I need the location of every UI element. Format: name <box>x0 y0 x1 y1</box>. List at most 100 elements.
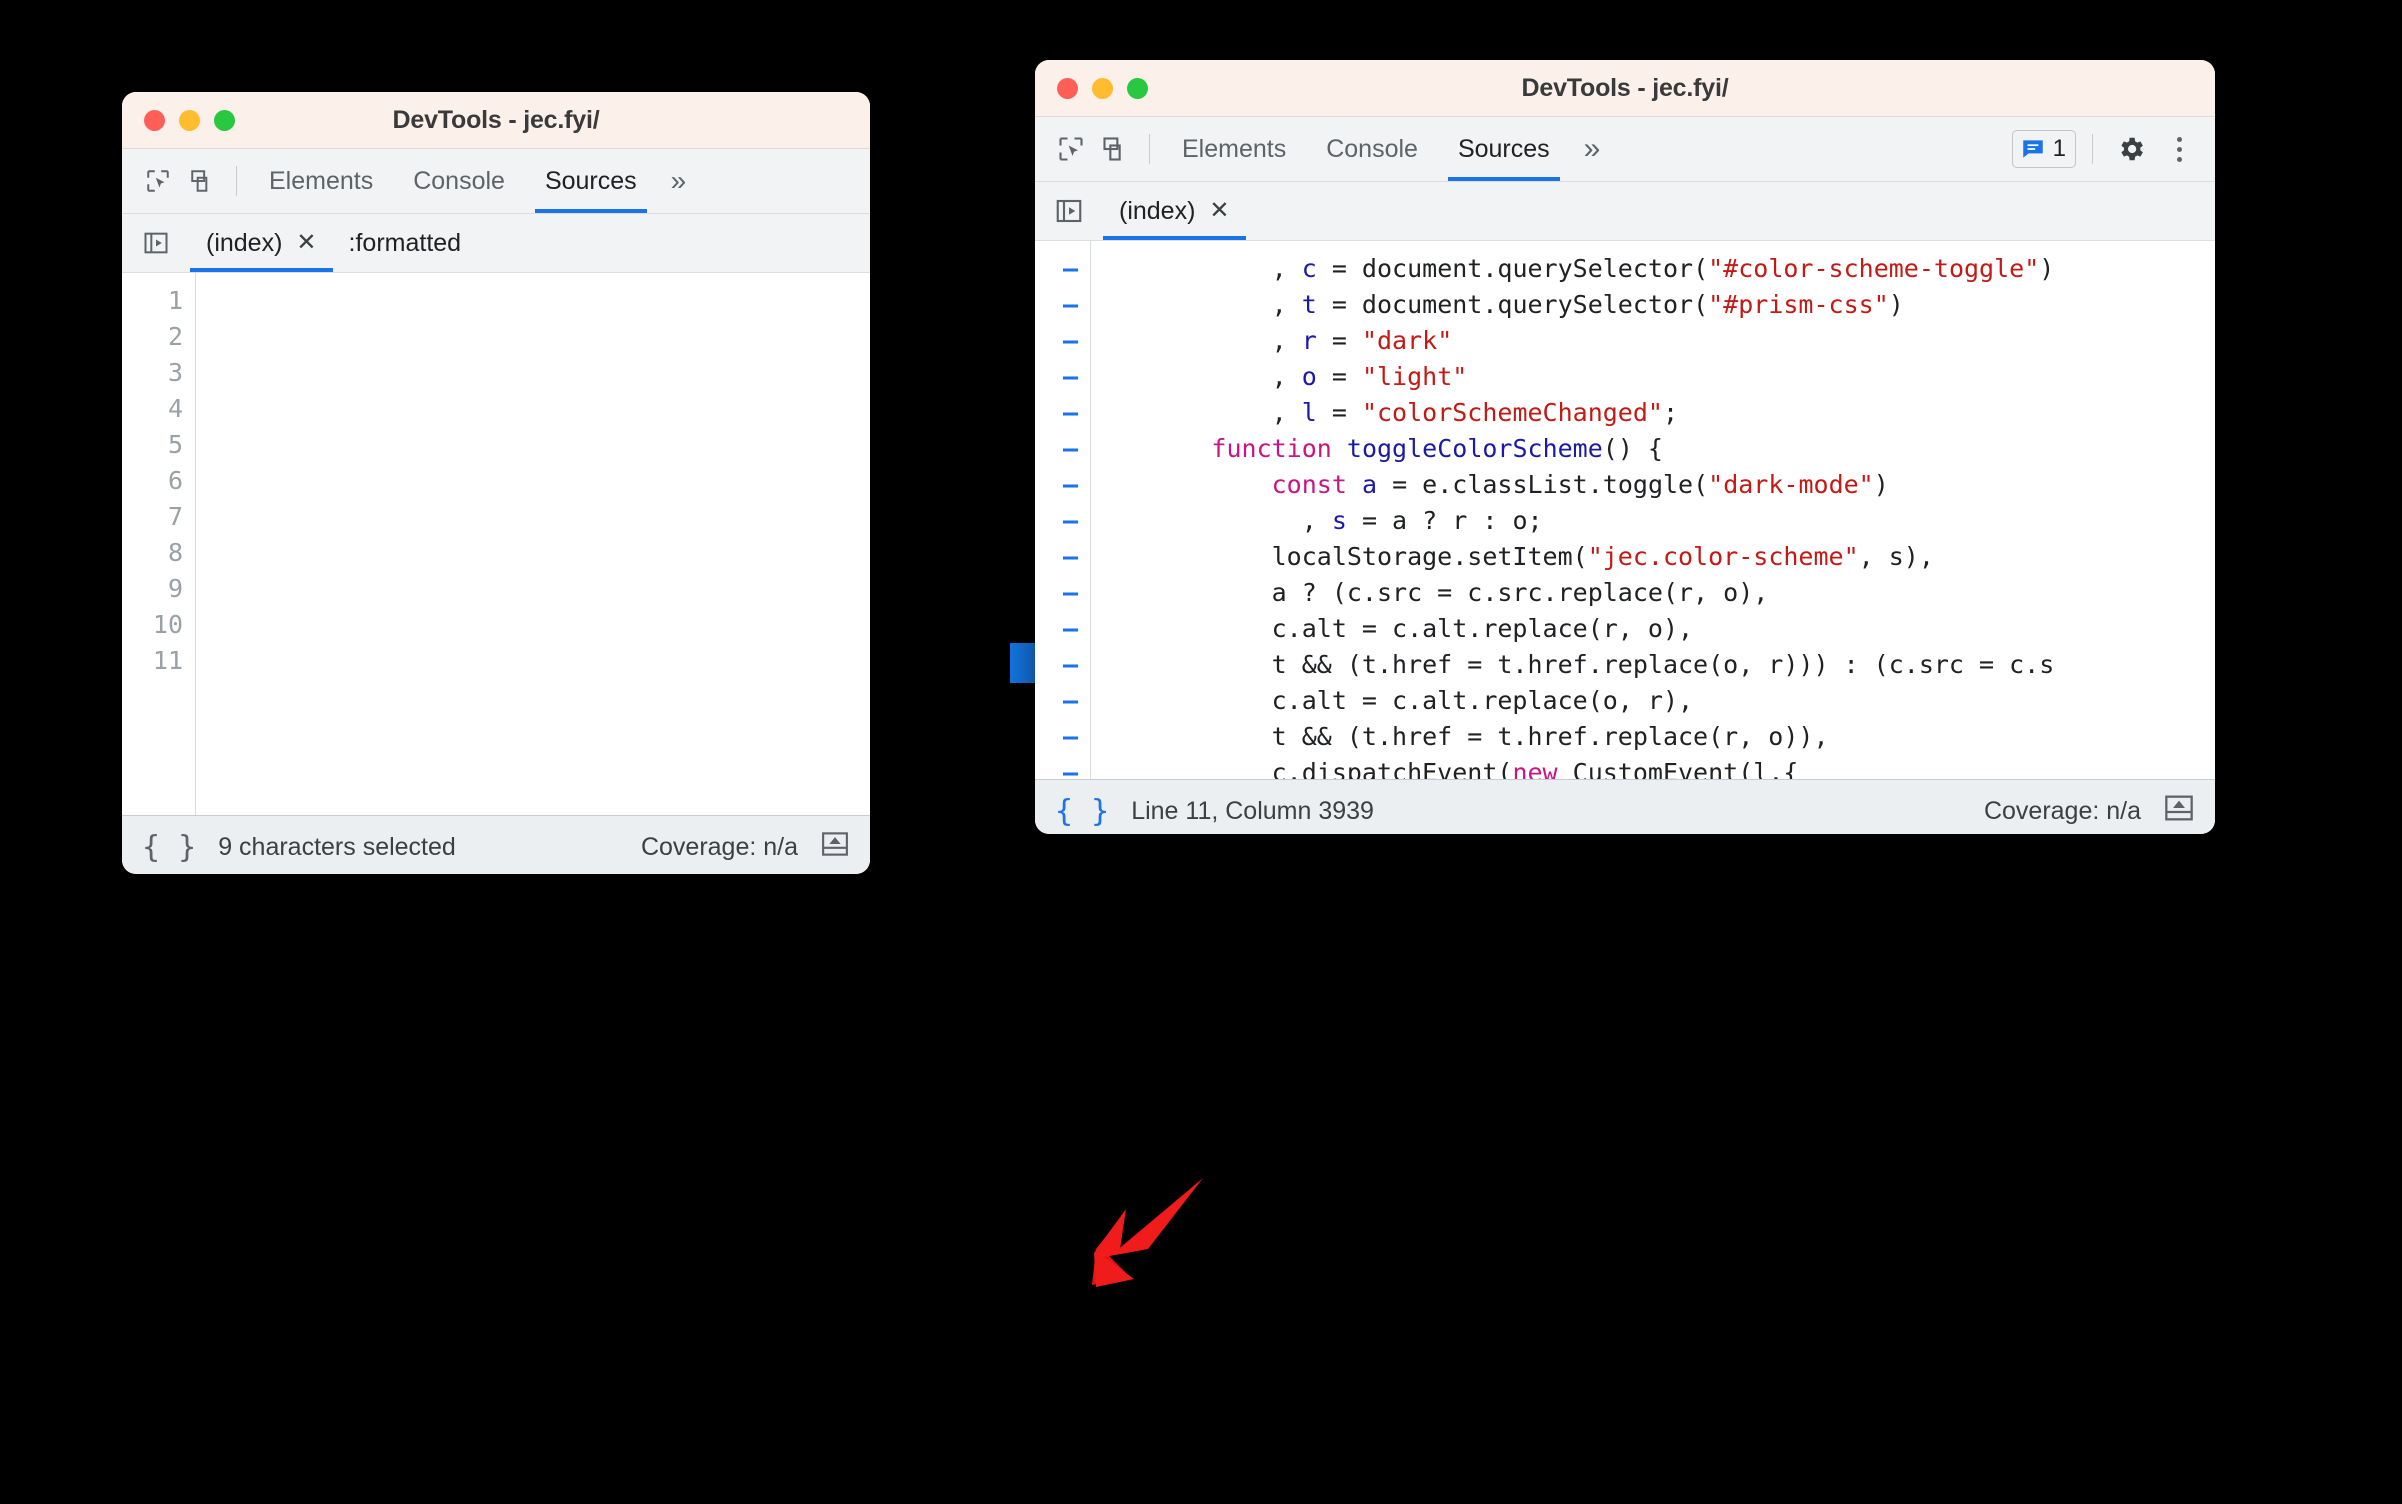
maximize-window-button[interactable] <box>214 109 235 131</box>
inspect-element-icon[interactable] <box>136 159 180 203</box>
fold-marker[interactable]: – <box>1035 431 1090 467</box>
code-token: a ? (c.src = c.src.replace(r, o), <box>1091 578 1769 607</box>
gear-icon[interactable] <box>2109 127 2153 171</box>
file-tab-index[interactable]: (index) ✕ <box>1103 182 1246 240</box>
fold-marker[interactable]: – <box>1035 575 1090 611</box>
devtools-window-front[interactable]: DevTools - jec.fyi/ Elements Console Sou… <box>1035 60 2215 834</box>
tab-elements[interactable]: Elements <box>249 149 393 213</box>
tab-sources[interactable]: Sources <box>525 149 657 213</box>
minimize-window-button[interactable] <box>179 109 200 131</box>
device-toolbar-icon[interactable] <box>1093 127 1137 171</box>
tab-elements[interactable]: Elements <box>1162 117 1306 181</box>
more-options-icon[interactable] <box>2157 127 2201 171</box>
code-token: "jec.color-scheme" <box>1587 542 1859 571</box>
code-line[interactable]: , o = "light" <box>1091 359 2215 395</box>
close-window-button[interactable] <box>1057 77 1078 99</box>
code-token: ) <box>2039 254 2055 283</box>
front-status-bar: { } Line 11, Column 3939 Coverage: n/a <box>1035 779 2215 834</box>
code-token: "dark-mode" <box>1708 470 1874 499</box>
code-line[interactable]: , r = "dark" <box>1091 323 2215 359</box>
code-token: "#prism-css" <box>1708 290 1889 319</box>
fold-marker[interactable]: – <box>1035 251 1090 287</box>
tab-sources[interactable]: Sources <box>1438 117 1570 181</box>
fold-marker[interactable]: – <box>1035 611 1090 647</box>
fold-marker[interactable]: – <box>1035 503 1090 539</box>
pretty-print-icon[interactable]: { } <box>142 830 196 865</box>
code-line[interactable]: , l = "colorSchemeChanged"; <box>1091 395 2215 431</box>
code-token: localStorage.setItem( <box>1091 542 1588 571</box>
fold-marker[interactable]: – <box>1035 647 1090 683</box>
code-line[interactable]: a ? (c.src = c.src.replace(r, o), <box>1091 575 2215 611</box>
front-fold-gutter: – – – – – – – – – – – – – – – – – – – – <box>1035 241 1091 779</box>
code-line[interactable]: , s = a ? r : o; <box>1091 503 2215 539</box>
toolbar-divider <box>236 166 237 196</box>
front-code-editor[interactable]: – – – – – – – – – – – – – – – – – – – – <box>1035 241 2215 779</box>
close-window-button[interactable] <box>144 109 165 131</box>
back-code-content[interactable]: ged";function toggleColorScheme(){const … <box>196 273 870 815</box>
fold-marker[interactable]: – <box>1035 323 1090 359</box>
front-code-content[interactable]: , c = document.querySelector("#color-sch… <box>1091 241 2215 779</box>
fold-marker[interactable]: – <box>1035 359 1090 395</box>
tab-console[interactable]: Console <box>393 149 525 213</box>
line-number: 11 <box>152 646 183 675</box>
fold-marker[interactable]: – <box>1035 467 1090 503</box>
code-token: "colorSchemeChanged" <box>1361 398 1663 427</box>
code-line[interactable]: , c = document.querySelector("#color-sch… <box>1091 251 2215 287</box>
maximize-window-button[interactable] <box>1127 77 1148 99</box>
more-tabs-chevron[interactable]: » <box>657 149 701 213</box>
code-token: ) <box>1873 470 1889 499</box>
code-token: CustomEvent(l,{ <box>1557 758 1799 779</box>
close-icon[interactable]: ✕ <box>296 231 316 255</box>
message-count: 1 <box>2052 135 2066 162</box>
coverage-status-text: Coverage: n/a <box>1983 796 2141 825</box>
device-toolbar-icon[interactable] <box>180 159 224 203</box>
open-drawer-icon[interactable] <box>820 829 850 866</box>
code-line[interactable]: const a = e.classList.toggle("dark-mode"… <box>1091 467 2215 503</box>
fold-marker[interactable]: – <box>1035 683 1090 719</box>
front-panel-tabs[interactable]: Elements Console Sources » <box>1162 117 1614 181</box>
show-navigator-icon[interactable] <box>136 223 176 263</box>
close-icon[interactable]: ✕ <box>1209 199 1229 223</box>
open-drawer-icon[interactable] <box>2163 792 2195 831</box>
front-file-tabstrip: (index) ✕ <box>1035 182 2215 241</box>
code-token: = <box>1316 362 1362 391</box>
devtools-window-back[interactable]: DevTools - jec.fyi/ Elements Console Sou… <box>122 92 870 874</box>
back-devtools-toolbar: Elements Console Sources » <box>122 149 870 214</box>
code-line[interactable]: t && (t.href = t.href.replace(o, r))) : … <box>1091 647 2215 683</box>
code-token: t && (t.href = t.href.replace(o, r))) : … <box>1091 650 2055 679</box>
front-devtools-toolbar: Elements Console Sources » 1 <box>1035 117 2215 182</box>
line-number: 8 <box>167 538 183 567</box>
code-line[interactable]: c.dispatchEvent(new CustomEvent(l,{ <box>1091 755 2215 779</box>
fold-marker[interactable]: – <box>1035 539 1090 575</box>
code-token: , s), <box>1858 542 1934 571</box>
code-line[interactable]: localStorage.setItem("jec.color-scheme",… <box>1091 539 2215 575</box>
back-panel-tabs[interactable]: Elements Console Sources » <box>249 149 700 213</box>
code-line[interactable]: c.alt = c.alt.replace(r, o), <box>1091 611 2215 647</box>
back-traffic-lights[interactable] <box>122 109 235 131</box>
pretty-print-icon[interactable]: { } <box>1055 794 1109 829</box>
fold-marker[interactable]: – <box>1035 287 1090 323</box>
front-traffic-lights[interactable] <box>1035 77 1148 99</box>
tab-console[interactable]: Console <box>1306 117 1438 181</box>
show-navigator-icon[interactable] <box>1049 191 1089 231</box>
formatted-tab[interactable]: :formatted <box>333 214 478 272</box>
code-token: c.dispatchEvent( <box>1091 758 1513 779</box>
code-line[interactable]: c.alt = c.alt.replace(o, r), <box>1091 683 2215 719</box>
minimize-window-button[interactable] <box>1092 77 1113 99</box>
code-token: s <box>1331 506 1347 535</box>
more-tabs-chevron[interactable]: » <box>1570 117 1615 181</box>
inspect-element-icon[interactable] <box>1049 127 1093 171</box>
fold-marker[interactable]: – <box>1035 755 1090 779</box>
back-code-editor[interactable]: 1 2 3 4 5 6 7 8 9 10 11 ged";function to… <box>122 273 870 815</box>
code-line[interactable]: function toggleColorScheme() { <box>1091 431 2215 467</box>
fold-marker[interactable]: – <box>1035 395 1090 431</box>
code-token: "light" <box>1361 362 1468 391</box>
fold-marker[interactable]: – <box>1035 719 1090 755</box>
code-token: t && (t.href = t.href.replace(r, o)), <box>1091 722 1829 751</box>
console-messages-badge[interactable]: 1 <box>2011 130 2076 168</box>
code-line[interactable]: , t = document.querySelector("#prism-css… <box>1091 287 2215 323</box>
code-token: () { <box>1602 434 1663 463</box>
code-line[interactable]: t && (t.href = t.href.replace(r, o)), <box>1091 719 2215 755</box>
file-tab-index[interactable]: (index) ✕ <box>190 214 333 272</box>
